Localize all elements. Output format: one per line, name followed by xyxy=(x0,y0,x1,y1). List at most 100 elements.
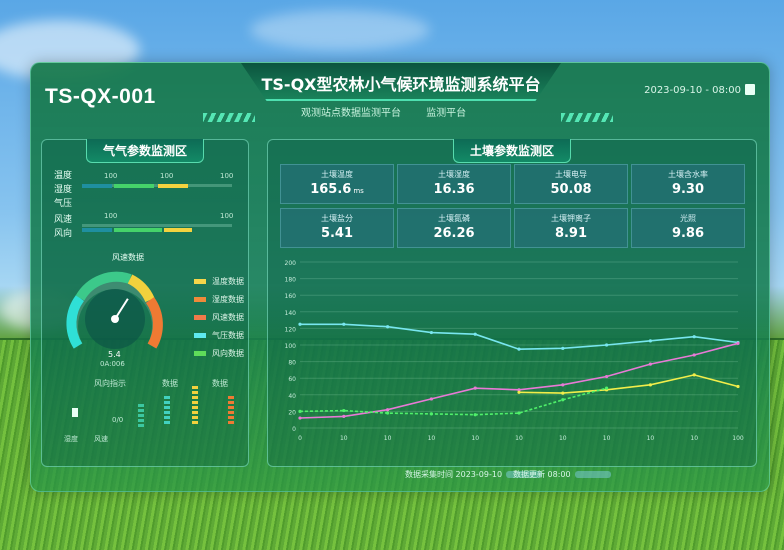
legend-item: 风向数据 xyxy=(194,348,244,359)
cloud xyxy=(250,10,430,50)
data-point xyxy=(342,408,346,413)
data-point xyxy=(517,390,521,394)
y-tick-label: 200 xyxy=(285,260,297,267)
param-bar xyxy=(164,228,192,232)
data-point xyxy=(605,343,609,347)
gauge-unit: 0A:006 xyxy=(100,360,125,368)
indicator-column xyxy=(164,396,170,426)
sensor-icon xyxy=(72,408,78,417)
legend-item: 湿度数据 xyxy=(194,294,244,305)
legend-label: 温度数据 xyxy=(212,277,244,286)
soil-params-title: 土壤参数监测区 xyxy=(452,139,572,163)
param-bar xyxy=(114,228,162,232)
metric-card: 土壤盐分 5.41 xyxy=(280,208,394,248)
data-point xyxy=(561,398,565,402)
x-tick-label: 10 xyxy=(690,435,698,442)
metric-value: 9.86 xyxy=(671,226,705,241)
indicator-column xyxy=(228,396,234,426)
legend-label: 湿度数据 xyxy=(212,295,244,304)
device-icon[interactable] xyxy=(745,84,755,95)
footer-right: 数据更新 08:00 xyxy=(513,469,611,480)
weather-params-box: 气气参数监测区 温度 湿度 气压 风速 风向 100 100 100 100 1… xyxy=(41,139,249,467)
param-value: 100 xyxy=(160,172,174,180)
param-bar-track xyxy=(82,224,232,227)
subtitle: 观测站点数据监测平台 监测平台 xyxy=(301,104,488,119)
legend-swatch xyxy=(194,297,206,302)
legend-swatch xyxy=(194,351,206,356)
indicator-column xyxy=(138,404,144,429)
indicator-label: 数据 xyxy=(212,379,228,388)
x-tick-label: 0 xyxy=(298,435,302,442)
y-tick-label: 40 xyxy=(288,393,296,400)
soil-line-chart: 0 20 40 60 80 100 120 140 160 180 200 0 10 10 10 10 10 10… xyxy=(285,260,744,442)
metric-card: 土壤钾离子 8.91 xyxy=(514,208,628,248)
series-line xyxy=(518,374,739,394)
indicator-label: 风向指示 xyxy=(94,379,126,388)
datetime: 2023-09-10 - 08:00 xyxy=(644,85,741,96)
data-point xyxy=(298,322,302,326)
data-point xyxy=(561,391,565,395)
gauge-title: 风速数据 xyxy=(112,253,144,262)
gauge-arc-orange xyxy=(145,297,163,349)
dashboard-panel: TS-QX-001 TS-QX型农林小气候环境监测系统平台 观测站点数据监测平台… xyxy=(30,62,770,492)
data-point xyxy=(517,347,521,351)
y-tick-label: 100 xyxy=(285,343,297,350)
legend-item: 风速数据 xyxy=(194,312,244,323)
data-point xyxy=(692,353,696,357)
param-value: 100 xyxy=(220,212,234,220)
data-point xyxy=(342,322,346,326)
metric-number: 165.6 xyxy=(310,182,352,197)
footer-right-text: 数据更新 08:00 xyxy=(513,470,571,479)
data-point xyxy=(473,413,477,417)
y-tick-label: 120 xyxy=(285,326,297,333)
param-value: 100 xyxy=(220,172,234,180)
param-label: 湿度 xyxy=(54,185,73,195)
x-tick-label: 100 xyxy=(732,435,744,442)
x-tick-label: 10 xyxy=(471,435,479,442)
device-id: TS-QX-001 xyxy=(45,85,156,108)
param-label: 风速 xyxy=(54,215,73,225)
legend-label: 风速数据 xyxy=(212,313,244,322)
x-tick-label: 10 xyxy=(515,435,523,442)
x-tick-label: 10 xyxy=(384,435,392,442)
metric-card: 土壤电导 50.08 xyxy=(514,164,628,204)
param-bar xyxy=(114,184,154,188)
data-point xyxy=(605,374,609,379)
data-point xyxy=(473,386,477,390)
y-tick-label: 80 xyxy=(288,360,296,367)
y-tick-label: 160 xyxy=(285,293,297,300)
y-tick-label: 0 xyxy=(292,426,296,433)
metric-label: 土壤钾离子 xyxy=(551,214,591,223)
page-title: TS-QX型农林小气候环境监测系统平台 xyxy=(261,75,541,94)
x-tick-label: 10 xyxy=(428,435,436,442)
data-point xyxy=(298,409,302,413)
param-label: 风向 xyxy=(54,229,73,239)
metric-card: 土壤含水率 9.30 xyxy=(631,164,745,204)
param-bar xyxy=(82,228,112,232)
decorative-stripes xyxy=(203,113,255,122)
metric-label: 土壤湿度 xyxy=(438,170,470,179)
y-tick-label: 180 xyxy=(285,277,297,284)
data-point xyxy=(473,332,477,336)
metric-label: 土壤电导 xyxy=(555,170,587,179)
data-point xyxy=(692,335,696,339)
metric-value: 50.08 xyxy=(550,182,592,197)
data-point xyxy=(605,386,609,390)
x-tick-label: 10 xyxy=(647,435,655,442)
indicator-caption: 湿度 xyxy=(64,435,78,443)
metric-card: 土壤氮磷 26.26 xyxy=(397,208,511,248)
gauge-arc-cyan xyxy=(66,294,85,349)
metric-value: 165.6 ms xyxy=(281,182,393,197)
metric-card: 土壤湿度 16.36 xyxy=(397,164,511,204)
soil-params-box: 土壤参数监测区 土壤温度 165.6 ms 土壤湿度 16.36 土壤电导 50.08 … xyxy=(267,139,757,467)
data-point xyxy=(429,330,433,335)
gauge-reading: 5.4 xyxy=(108,350,121,359)
weather-params-title: 气气参数监测区 xyxy=(85,139,205,163)
data-point xyxy=(561,383,565,387)
metric-label: 土壤温度 xyxy=(321,170,353,179)
series-line xyxy=(299,387,607,416)
data-point xyxy=(386,325,390,329)
y-tick-label: 140 xyxy=(285,310,297,317)
metric-value: 16.36 xyxy=(433,182,475,197)
data-point xyxy=(429,412,433,416)
